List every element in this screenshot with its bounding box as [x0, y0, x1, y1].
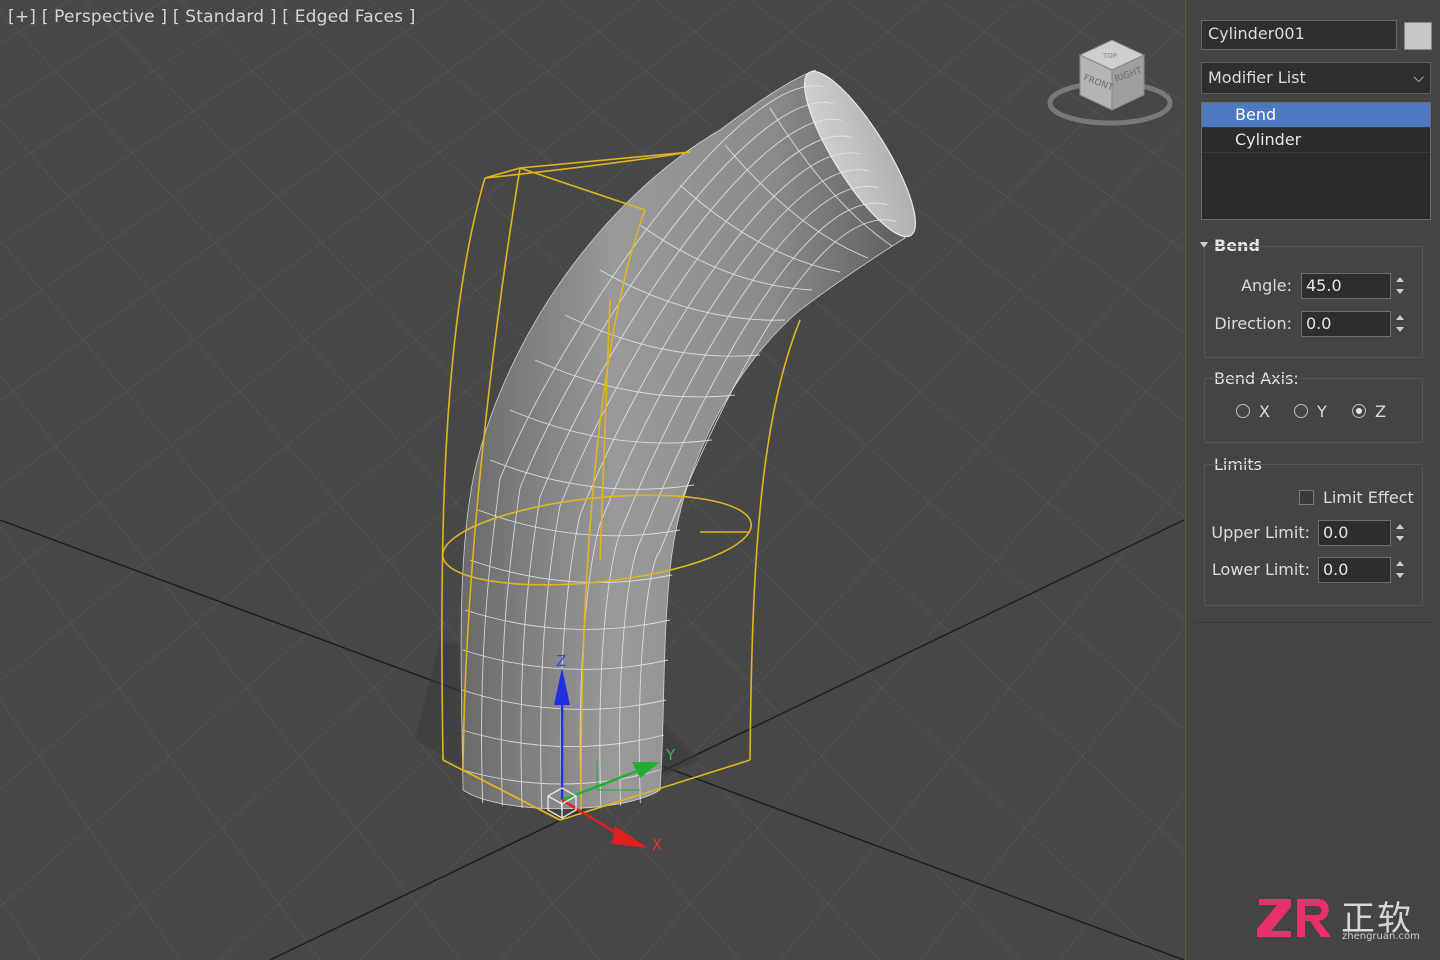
stack-item-bend[interactable]: Bend	[1202, 103, 1430, 128]
zr-logo-icon	[1257, 899, 1331, 937]
watermark-url: zhengruan.com	[1342, 931, 1420, 942]
axis-y-label: Y	[1317, 402, 1327, 421]
upper-limit-input[interactable]: 0.0	[1318, 520, 1391, 546]
viewcube-top-label: TOP	[1102, 52, 1117, 60]
upper-limit-label: Upper Limit:	[1211, 523, 1310, 542]
bend-params-group	[1204, 246, 1423, 358]
chevron-down-icon: ⌵	[1413, 70, 1424, 86]
limit-effect-label: Limit Effect	[1323, 488, 1414, 507]
watermark: 正软 zhengruan.com	[1255, 893, 1430, 945]
axis-x-label: X	[1259, 402, 1270, 421]
axis-y-radio[interactable]	[1294, 404, 1308, 418]
viewport-scene[interactable]: Z Y X TOP FRONT RIGHT	[0, 0, 1184, 960]
direction-input[interactable]: 0.0	[1301, 311, 1391, 337]
axis-z-label: Z	[1375, 402, 1386, 421]
viewport-menu-standard[interactable]: [ Standard ]	[173, 7, 277, 27]
angle-input[interactable]: 45.0	[1301, 273, 1391, 299]
viewport-label: [+] [ Perspective ] [ Standard ] [ Edged…	[8, 7, 416, 27]
world-axis-line-b	[269, 519, 1184, 960]
limit-effect-checkbox[interactable]	[1299, 490, 1314, 505]
viewport-menu-plus[interactable]: [+]	[8, 7, 36, 27]
stack-item-cylinder[interactable]: Cylinder	[1202, 128, 1430, 153]
modifier-stack[interactable]: Bend Cylinder	[1201, 102, 1431, 220]
object-color-swatch[interactable]	[1404, 22, 1432, 50]
gizmo-x-label: X	[652, 836, 662, 854]
direction-label: Direction:	[1214, 314, 1292, 333]
upper-limit-spinner[interactable]	[1393, 520, 1407, 546]
modifier-list-label: Modifier List	[1208, 68, 1306, 87]
direction-spinner[interactable]	[1393, 311, 1407, 337]
perspective-viewport[interactable]: Z Y X TOP FRONT RIGHT [+] [ Perspective …	[0, 0, 1184, 960]
viewport-menu-edged-faces[interactable]: [ Edged Faces ]	[282, 7, 415, 27]
lower-limit-input[interactable]: 0.0	[1318, 557, 1391, 583]
modifier-list-dropdown[interactable]: Modifier List ⌵	[1201, 62, 1431, 94]
object-name-field[interactable]: Cylinder001	[1201, 20, 1397, 50]
lower-limit-spinner[interactable]	[1393, 557, 1407, 583]
viewport-menu-perspective[interactable]: [ Perspective ]	[42, 7, 168, 27]
gizmo-y-label: Y	[665, 746, 676, 764]
lower-limit-label: Lower Limit:	[1211, 560, 1310, 579]
bent-tube-body[interactable]	[460, 69, 906, 810]
gizmo-z-label: Z	[556, 652, 566, 670]
modify-panel: Cylinder001 Modifier List ⌵ Bend Cylinde…	[1185, 0, 1440, 960]
panel-divider	[1194, 622, 1434, 623]
axis-z-radio[interactable]	[1352, 404, 1366, 418]
axis-x-radio[interactable]	[1236, 404, 1250, 418]
angle-spinner[interactable]	[1393, 273, 1407, 299]
angle-label: Angle:	[1241, 276, 1292, 295]
